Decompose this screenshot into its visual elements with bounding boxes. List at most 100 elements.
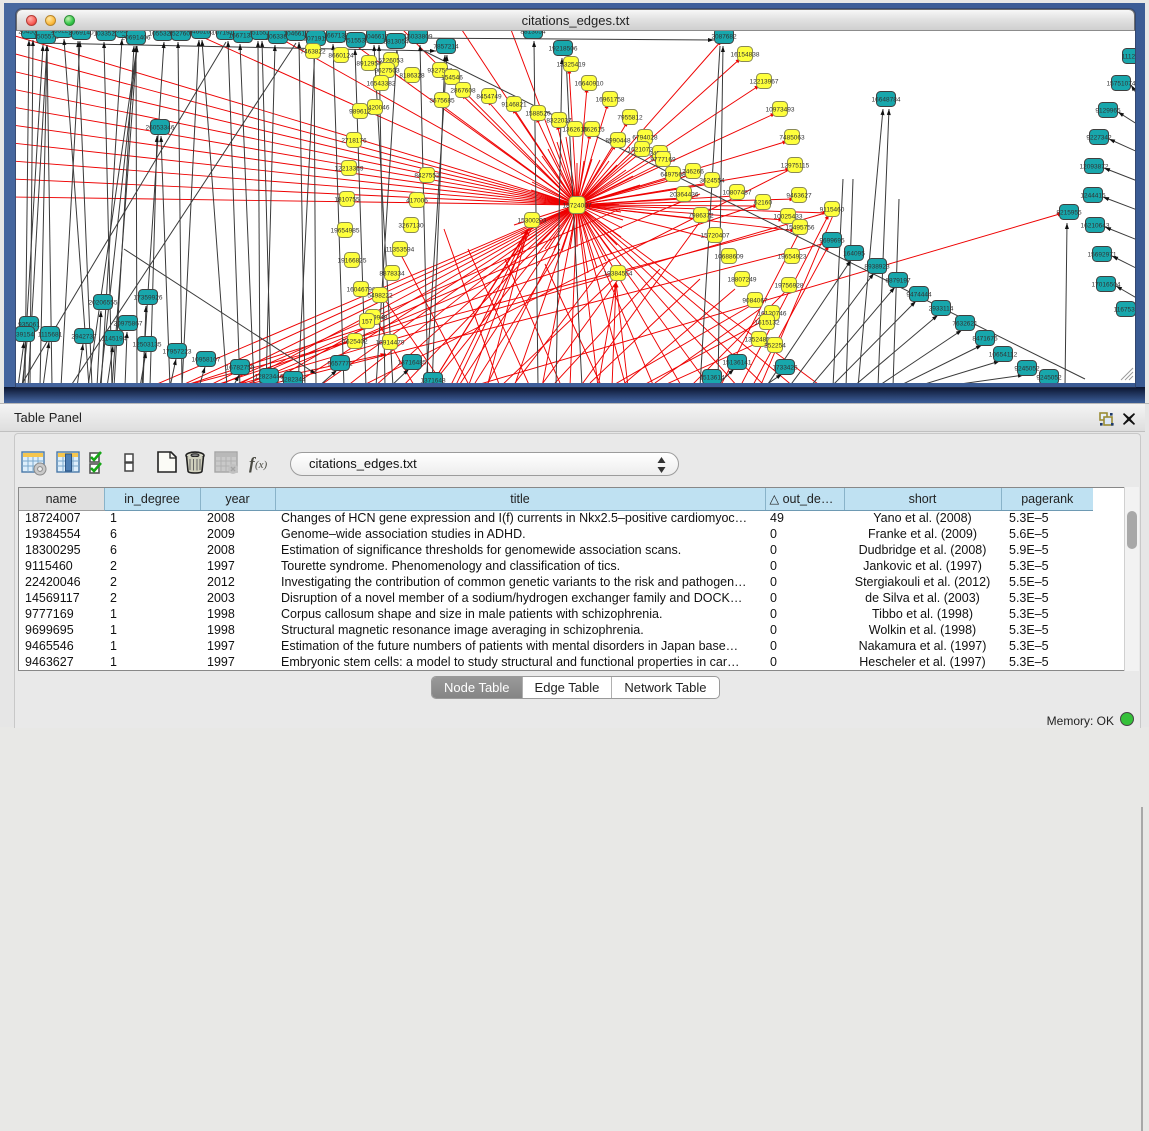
svg-text:1588520: 1588520 (525, 110, 551, 117)
svg-text:16648784: 16648784 (872, 96, 901, 103)
svg-text:18807249: 18807249 (728, 276, 757, 283)
svg-text:417006: 417006 (406, 197, 428, 204)
svg-text:16782759: 16782759 (226, 364, 255, 371)
svg-text:1513614: 1513614 (699, 374, 725, 381)
svg-text:19384554: 19384554 (604, 270, 633, 277)
svg-text:2942737: 2942737 (71, 333, 97, 340)
svg-text:9657771: 9657771 (327, 360, 353, 367)
svg-text:16154838: 16154838 (731, 51, 760, 58)
svg-text:16640910: 16640910 (575, 80, 604, 87)
svg-text:8813054: 8813054 (520, 31, 546, 35)
svg-text:1145194: 1145194 (102, 335, 127, 342)
svg-text:12503135: 12503135 (133, 341, 162, 348)
svg-text:19654985: 19654985 (331, 227, 360, 234)
svg-text:2867608: 2867608 (450, 87, 476, 94)
svg-text:9474444: 9474444 (906, 291, 932, 298)
svg-text:12213967: 12213967 (750, 78, 779, 85)
svg-text:9245052: 9245052 (1036, 374, 1062, 381)
svg-text:12213369: 12213369 (335, 165, 364, 172)
svg-text:164095: 164095 (843, 250, 865, 257)
svg-text:252254: 252254 (764, 342, 786, 349)
svg-text:15495756: 15495756 (786, 224, 815, 231)
svg-text:13716485: 13716485 (398, 359, 427, 366)
svg-text:9084067: 9084067 (742, 297, 768, 304)
svg-text:2718176: 2718176 (341, 137, 367, 144)
svg-text:6466160: 6466160 (188, 31, 214, 35)
svg-text:16961758: 16961758 (596, 96, 625, 103)
svg-text:8471676: 8471676 (972, 335, 998, 342)
svg-text:10973493: 10973493 (766, 106, 795, 113)
svg-text:9245052: 9245052 (1014, 365, 1040, 372)
svg-text:19166825: 19166825 (338, 257, 367, 264)
svg-text:7986372: 7986372 (688, 212, 714, 219)
svg-text:746266: 746266 (682, 168, 704, 175)
svg-text:1371648: 1371648 (420, 377, 446, 383)
svg-text:9777169: 9777169 (650, 156, 676, 163)
svg-text:10654112: 10654112 (989, 351, 1018, 358)
svg-text:1810755: 1810755 (334, 196, 360, 203)
svg-text:10958107: 10958107 (192, 356, 221, 363)
svg-text:(x): (x) (255, 459, 268, 471)
svg-text:7632621: 7632621 (952, 320, 978, 327)
svg-text:2087682: 2087682 (711, 33, 737, 40)
svg-text:20975867: 20975867 (114, 320, 143, 327)
svg-text:1282344: 1282344 (280, 376, 306, 383)
svg-text:8990448: 8990448 (605, 137, 631, 144)
svg-text:20364436: 20364436 (670, 191, 699, 198)
svg-text:62160: 62160 (754, 199, 772, 206)
svg-text:19756928: 19756928 (775, 282, 804, 289)
svg-text:1244415: 1244415 (1080, 192, 1106, 199)
svg-text:26053346: 26053346 (146, 124, 175, 131)
svg-text:16914479: 16914479 (376, 339, 405, 346)
svg-text:20691406: 20691406 (122, 34, 151, 41)
svg-text:1615132: 1615132 (754, 319, 780, 326)
svg-text:17016504: 17016504 (1092, 281, 1121, 288)
svg-text:154546: 154546 (441, 74, 463, 81)
svg-text:8660124: 8660124 (328, 52, 354, 59)
svg-text:17957223: 17957223 (163, 348, 192, 355)
svg-text:17359926: 17359926 (134, 294, 163, 301)
svg-text:15692971: 15692971 (1088, 251, 1117, 258)
svg-text:111234: 111234 (1122, 53, 1135, 60)
svg-text:9227342: 9227342 (1086, 134, 1112, 141)
svg-text:1167531: 1167531 (1114, 306, 1135, 313)
svg-text:8938923: 8938923 (864, 263, 890, 270)
svg-text:5498222: 5498222 (367, 292, 393, 299)
svg-text:8215955: 8215955 (1056, 209, 1082, 216)
svg-text:9627503: 9627503 (374, 67, 400, 74)
svg-text:1362615: 1362615 (562, 126, 588, 133)
svg-text:10688609: 10688609 (715, 253, 744, 260)
svg-text:15136141: 15136141 (723, 359, 752, 366)
svg-text:11353594: 11353594 (386, 246, 415, 253)
svg-text:39154: 39154 (16, 331, 34, 338)
svg-text:10807487: 10807487 (723, 189, 752, 196)
svg-text:9463627: 9463627 (786, 192, 812, 199)
svg-text:18724007: 18724007 (563, 202, 592, 209)
svg-text:9115460: 9115460 (820, 206, 845, 213)
svg-text:16033809: 16033809 (404, 33, 433, 40)
svg-text:7857214: 7857214 (433, 43, 459, 50)
svg-text:8427552: 8427552 (414, 172, 440, 179)
svg-text:15300203: 15300203 (518, 217, 547, 224)
svg-text:19218506: 19218506 (549, 45, 578, 52)
svg-text:8878334: 8878334 (379, 270, 405, 277)
svg-text:7955812: 7955812 (617, 114, 643, 121)
svg-text:8454749: 8454749 (476, 93, 502, 100)
svg-text:3675685: 3675685 (429, 97, 455, 104)
svg-text:9146821: 9146821 (501, 101, 527, 108)
svg-text:15751074: 15751074 (1107, 80, 1135, 87)
svg-text:7625402: 7625402 (342, 338, 368, 345)
svg-text:16543382: 16543382 (367, 80, 396, 87)
svg-text:12093872: 12093872 (1080, 163, 1109, 170)
svg-text:3624554: 3624554 (699, 177, 725, 184)
svg-text:12975115: 12975115 (781, 162, 810, 169)
svg-text:2933114: 2933114 (929, 305, 954, 312)
svg-text:1115681: 1115681 (38, 331, 63, 338)
svg-text:2069140: 2069140 (68, 31, 94, 36)
svg-text:13325419: 13325419 (557, 61, 586, 68)
svg-text:989612: 989612 (349, 108, 371, 115)
svg-text:9129965: 9129965 (1095, 107, 1121, 114)
svg-text:8186328: 8186328 (399, 72, 425, 79)
svg-text:9699695: 9699695 (819, 237, 845, 244)
svg-text:6794028: 6794028 (632, 134, 658, 141)
